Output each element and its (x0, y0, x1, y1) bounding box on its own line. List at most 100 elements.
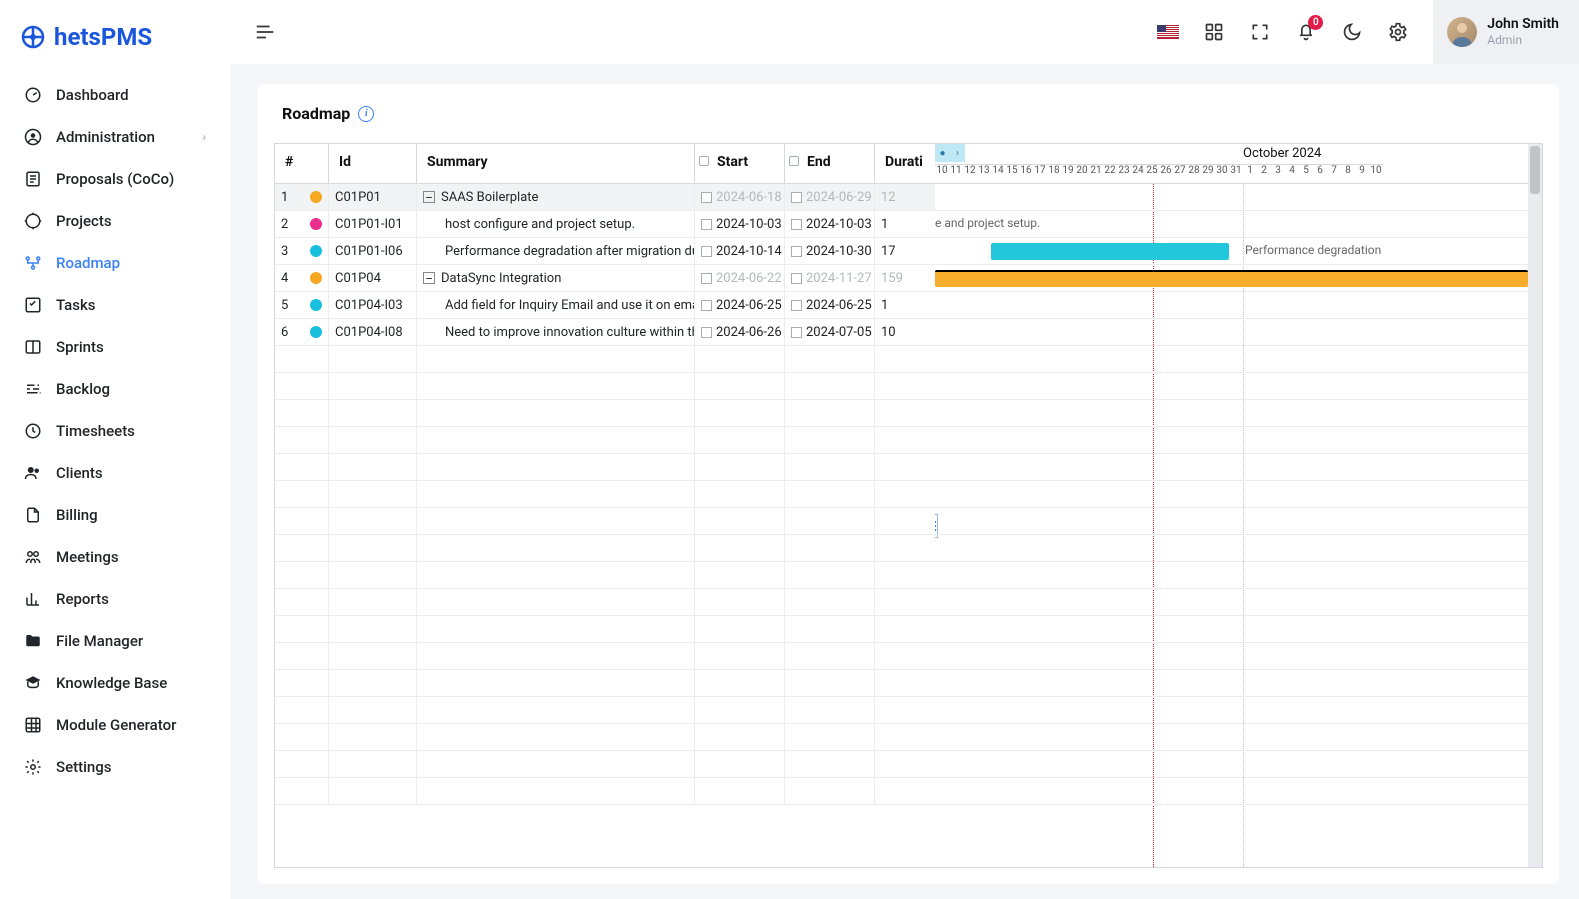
info-icon[interactable]: i (358, 106, 374, 122)
checkbox-icon[interactable] (701, 273, 712, 284)
gantt-bar[interactable] (991, 243, 1229, 260)
roadmap-icon (24, 254, 42, 272)
timeline-days: 1011121314151617181920212223242526272829… (935, 164, 1528, 184)
sidebar-item-tasks[interactable]: Tasks (0, 284, 230, 326)
sidebar-item-backlog[interactable]: Backlog (0, 368, 230, 410)
checkbox-icon[interactable] (701, 219, 712, 230)
table-row[interactable]: 2C01P01-I01host configure and project se… (275, 211, 935, 238)
sort-icon[interactable] (789, 156, 799, 166)
sidebar-item-label: Proposals (CoCo) (56, 170, 174, 188)
checkbox-icon[interactable] (701, 300, 712, 311)
gantt-bar[interactable] (935, 270, 1528, 287)
col-header-id[interactable]: Id (329, 144, 417, 183)
checkbox-icon[interactable] (791, 246, 802, 257)
table-row[interactable]: 5C01P04-I03Add field for Inquiry Email a… (275, 292, 935, 319)
gauge-icon (24, 86, 42, 104)
timeline-day: 8 (1341, 164, 1355, 184)
checkbox-icon[interactable] (791, 327, 802, 338)
sidebar-item-module-generator[interactable]: Module Generator (0, 704, 230, 746)
language-flag-icon[interactable] (1157, 21, 1179, 43)
sidebar-item-label: Dashboard (56, 86, 129, 104)
checkbox-icon[interactable] (701, 192, 712, 203)
sidebar-item-label: Sprints (56, 338, 104, 356)
col-header-duration[interactable]: Durati (875, 144, 935, 183)
table-row[interactable]: 6C01P04-I08Need to improve innovation cu… (275, 319, 935, 346)
sidebar-item-dashboard[interactable]: Dashboard (0, 74, 230, 116)
collapse-icon[interactable]: − (423, 272, 435, 284)
sidebar-item-settings[interactable]: Settings (0, 746, 230, 788)
timeline-next-icon[interactable]: › (950, 144, 965, 162)
sidebar-item-file-manager[interactable]: File Manager (0, 620, 230, 662)
col-header-number[interactable]: # (275, 144, 329, 183)
cell-summary: −SAAS Boilerplate (417, 184, 695, 210)
apps-icon[interactable] (1203, 21, 1225, 43)
roadmap-card: Roadmap i # Id Summary Start (258, 84, 1559, 884)
user-menu[interactable]: John Smith Admin (1433, 0, 1579, 64)
checkbox-icon[interactable] (791, 273, 802, 284)
sidebar-item-meetings[interactable]: Meetings (0, 536, 230, 578)
table-row (275, 562, 935, 589)
fullscreen-icon[interactable] (1249, 21, 1271, 43)
gantt-bars-area: e and project setup. Performance degrada… (935, 184, 1528, 867)
cell-id: C01P01-I01 (329, 211, 417, 237)
sidebar-item-label: Clients (56, 464, 103, 482)
col-header-end[interactable]: End (785, 144, 875, 183)
sidebar-item-projects[interactable]: Projects (0, 200, 230, 242)
timeline-day: 11 (949, 164, 963, 184)
table-row (275, 670, 935, 697)
cell-start: 2024-06-26 (695, 319, 785, 345)
cell-end: 2024-06-29 (785, 184, 875, 210)
sidebar-item-timesheets[interactable]: Timesheets (0, 410, 230, 452)
notifications-icon[interactable]: 0 (1295, 21, 1317, 43)
sidebar-item-roadmap[interactable]: Roadmap (0, 242, 230, 284)
gantt-row (935, 778, 1528, 805)
target-icon (24, 212, 42, 230)
gantt-row: e and project setup. (935, 211, 1528, 238)
table-row (275, 481, 935, 508)
sidebar-item-billing[interactable]: Billing (0, 494, 230, 536)
collapse-icon[interactable]: − (423, 191, 435, 203)
scrollbar-thumb[interactable] (1530, 146, 1540, 194)
gantt-timeline[interactable]: ‹ ● › October 2024 101112131415161718192… (935, 144, 1542, 867)
checkbox-icon[interactable] (791, 219, 802, 230)
brand-logo[interactable]: hetsPMS (0, 8, 230, 70)
cell-duration: 1 (875, 211, 935, 237)
timeline-day: 10 (935, 164, 949, 184)
checkbox-icon[interactable] (791, 192, 802, 203)
checkbox-icon[interactable] (791, 300, 802, 311)
sort-icon[interactable] (699, 156, 709, 166)
brand-icon (18, 22, 48, 52)
col-header-summary[interactable]: Summary (417, 144, 695, 183)
gantt-ruler: ‹ ● › October 2024 101112131415161718192… (935, 144, 1542, 184)
table-row[interactable]: 3C01P01-I06Performance degradation after… (275, 238, 935, 265)
sidebar: hetsPMS Dashboard Administration › Propo… (0, 0, 230, 899)
cell-start: 2024-06-25 (695, 292, 785, 318)
timeline-today-icon[interactable]: ● (935, 144, 950, 162)
sidebar-item-clients[interactable]: Clients (0, 452, 230, 494)
dark-mode-icon[interactable] (1341, 21, 1363, 43)
sidebar-item-label: Backlog (56, 380, 110, 398)
table-row[interactable]: 1C01P01−SAAS Boilerplate2024-06-182024-0… (275, 184, 935, 211)
col-header-start[interactable]: Start (695, 144, 785, 183)
sidebar-item-sprints[interactable]: Sprints (0, 326, 230, 368)
settings-icon[interactable] (1387, 21, 1409, 43)
gantt-vertical-scrollbar[interactable] (1528, 144, 1542, 867)
gantt-row (935, 265, 1528, 292)
checkbox-icon[interactable] (701, 246, 712, 257)
gantt-row (935, 319, 1528, 346)
table-row (275, 454, 935, 481)
brand-name: hetsPMS (54, 23, 152, 51)
gantt-row (935, 292, 1528, 319)
timeline-day: 25 (1145, 164, 1159, 184)
gantt-row (935, 697, 1528, 724)
table-row[interactable]: 4C01P04−DataSync Integration2024-06-2220… (275, 265, 935, 292)
sidebar-item-administration[interactable]: Administration › (0, 116, 230, 158)
notifications-badge: 0 (1308, 15, 1323, 30)
checkbox-icon[interactable] (701, 327, 712, 338)
menu-toggle-icon[interactable] (254, 21, 276, 43)
timeline-day: 24 (1131, 164, 1145, 184)
table-row (275, 589, 935, 616)
sidebar-item-proposals[interactable]: Proposals (CoCo) (0, 158, 230, 200)
sidebar-item-reports[interactable]: Reports (0, 578, 230, 620)
sidebar-item-knowledge-base[interactable]: Knowledge Base (0, 662, 230, 704)
